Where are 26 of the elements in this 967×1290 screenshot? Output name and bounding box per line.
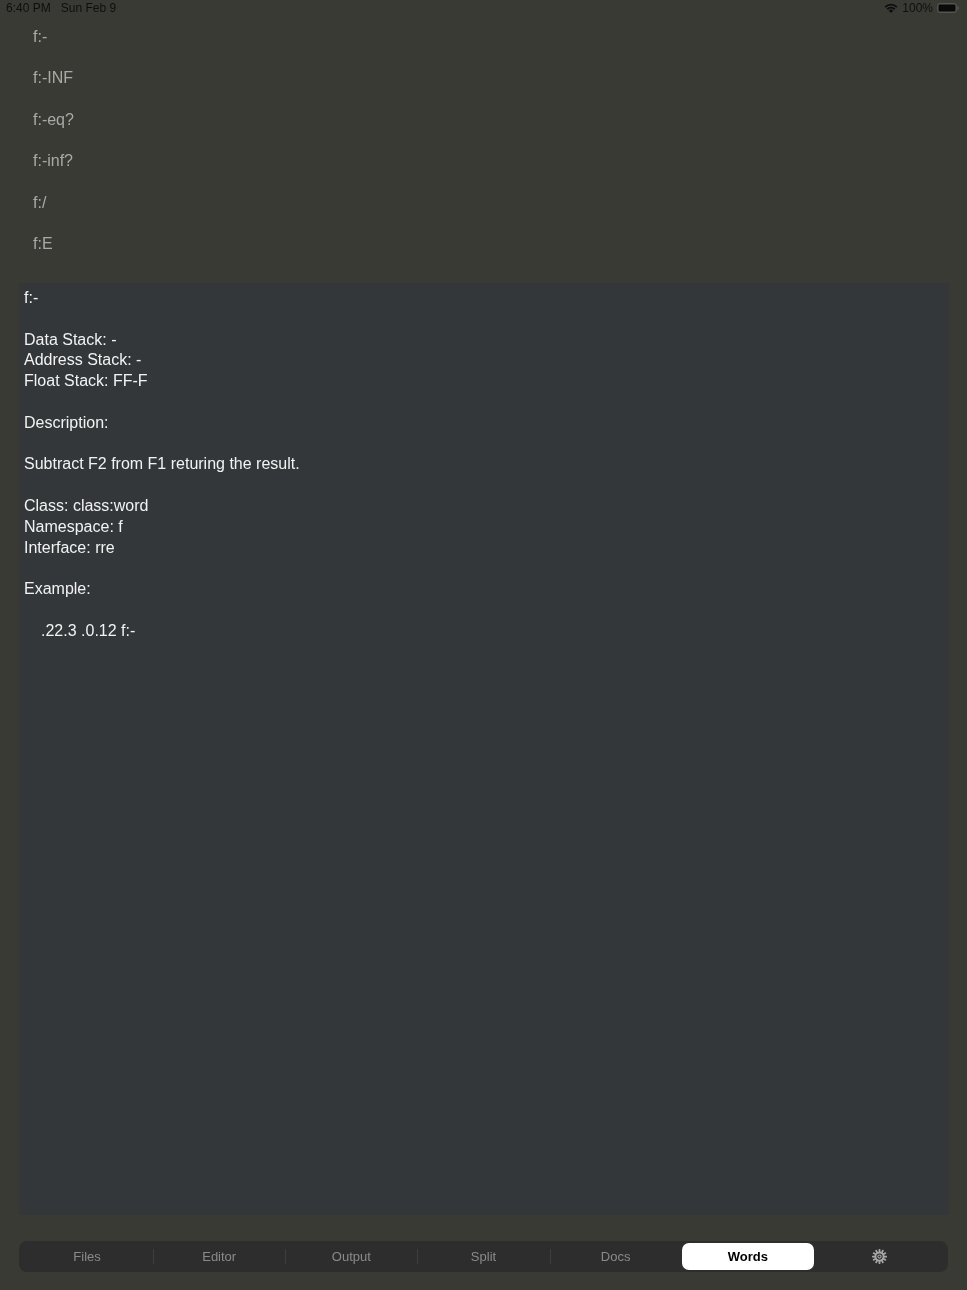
detail-text: f:- [24, 288, 39, 308]
tab[interactable]: Docs [549, 1243, 682, 1270]
detail-text: Address Stack: - [24, 350, 142, 371]
example-code: .22.3 .0.12 f:- [41, 620, 136, 641]
tab[interactable]: Editor [153, 1243, 286, 1270]
tab[interactable]: Files [21, 1243, 154, 1270]
tab[interactable]: Words [681, 1243, 814, 1270]
detail-text: Interface: rre [24, 537, 115, 558]
detail-text: Data Stack: - [24, 329, 117, 350]
wifi-icon [884, 3, 899, 13]
detail-text: Subtract F2 from F1 returing the result. [24, 454, 300, 475]
settings-icon [872, 1249, 888, 1264]
word-list-item[interactable]: f:-inf? [33, 152, 73, 171]
battery-icon [937, 3, 959, 13]
word-list-item[interactable]: f:/ [33, 193, 47, 212]
word-list-item[interactable]: f:-eq? [33, 110, 74, 129]
detail-text: Namespace: f [24, 516, 123, 537]
detail-text: Float Stack: FF-F [24, 371, 148, 392]
detail-text: Example: [24, 579, 91, 600]
word-list-item[interactable]: f:- [33, 27, 48, 46]
detail-text: Class: class:word [24, 495, 149, 516]
detail-text: Description: [24, 412, 109, 433]
tab[interactable]: Output [285, 1243, 418, 1270]
word-list-item[interactable]: f:-INF [33, 69, 73, 88]
tab[interactable]: Split [417, 1243, 550, 1270]
word-list-item[interactable]: f:E [33, 235, 53, 254]
